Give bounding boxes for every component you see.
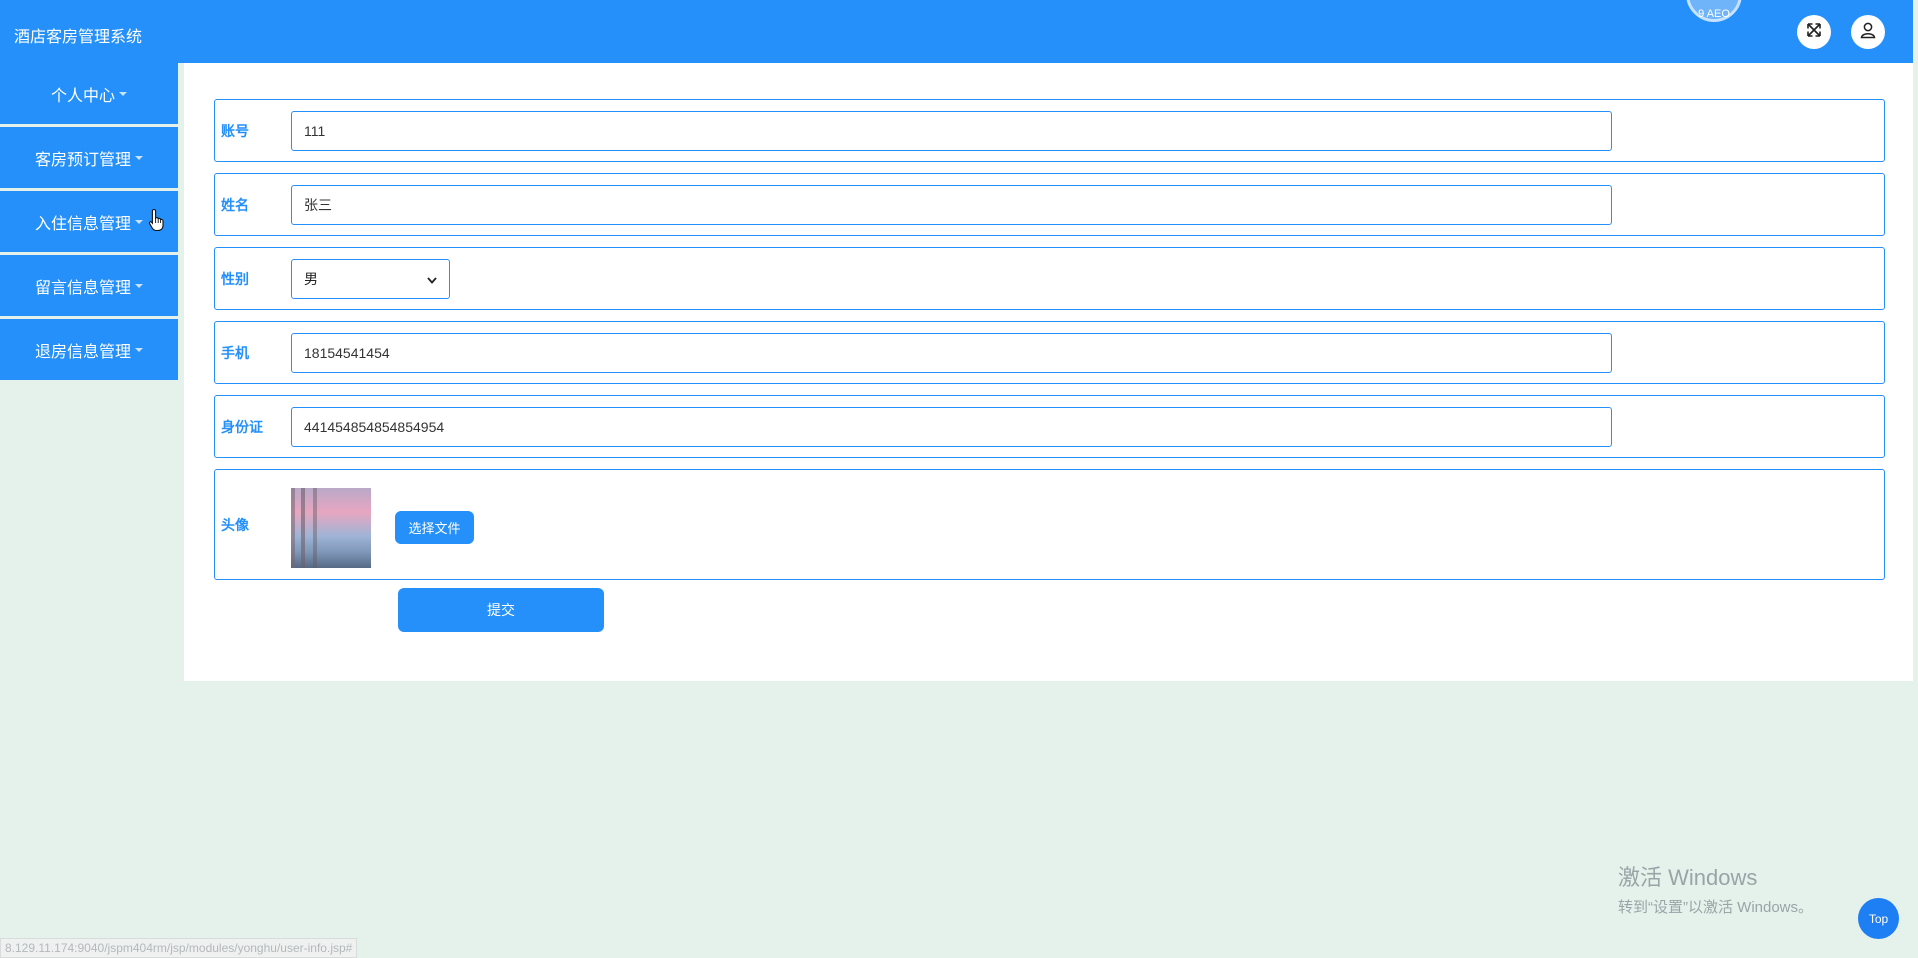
floating-badge[interactable]: 9 AEO — [1686, 0, 1742, 22]
form-row-name: 姓名 — [214, 173, 1885, 236]
form-row-gender: 性别 男 — [214, 247, 1885, 310]
gender-label: 性别 — [221, 270, 249, 287]
sidebar-item-room-booking[interactable]: 客房预订管理 — [0, 127, 178, 188]
sidebar-item-label: 留言信息管理 — [34, 279, 131, 297]
caret-down-icon — [135, 283, 143, 288]
caret-down-icon — [135, 347, 143, 352]
caret-down-icon — [135, 219, 143, 224]
gender-select[interactable]: 男 — [291, 259, 450, 299]
sidebar-item-checkout-info[interactable]: 退房信息管理 — [0, 319, 178, 380]
avatar-image — [291, 488, 371, 568]
gender-selected-value: 男 — [304, 271, 318, 287]
form-row-id-card: 身份证 — [214, 395, 1885, 458]
user-icon — [1859, 21, 1877, 44]
chevron-down-icon — [427, 271, 437, 287]
windows-activation-watermark: 激活 Windows 转到“设置”以激活 Windows。 — [1618, 860, 1813, 917]
sidebar-item-label: 入住信息管理 — [34, 215, 131, 233]
watermark-title: 激活 Windows — [1618, 865, 1758, 890]
top-header-bar: 酒店客房管理系统 9 AEO — [0, 0, 1913, 63]
form-row-account: 账号 — [214, 99, 1885, 162]
phone-label: 手机 — [221, 344, 249, 361]
user-profile-button[interactable] — [1851, 15, 1885, 49]
account-label: 账号 — [221, 122, 249, 139]
sidebar-item-message-info[interactable]: 留言信息管理 — [0, 255, 178, 316]
status-bar-url: 8.129.11.174:9040/jspm404rm/jsp/modules/… — [0, 938, 358, 958]
app-title: 酒店客房管理系统 — [14, 29, 143, 46]
watermark-subtitle: 转到“设置”以激活 Windows。 — [1618, 899, 1814, 916]
form-row-phone: 手机 — [214, 321, 1885, 384]
name-label: 姓名 — [221, 196, 249, 213]
id-card-input[interactable] — [291, 407, 1612, 447]
id-card-label: 身份证 — [221, 418, 263, 435]
caret-down-icon — [119, 91, 127, 96]
sidebar-item-label: 个人中心 — [50, 87, 115, 105]
expand-arrows-icon — [1806, 22, 1822, 43]
form-row-avatar: 头像 选择文件 — [214, 469, 1885, 580]
sidebar-item-personal-center[interactable]: 个人中心 — [0, 63, 178, 124]
name-input[interactable] — [291, 185, 1612, 225]
account-input[interactable] — [291, 111, 1612, 151]
caret-down-icon — [135, 155, 143, 160]
sidebar-item-label: 退房信息管理 — [34, 343, 131, 361]
avatar-label: 头像 — [221, 516, 249, 533]
hand-cursor-icon — [148, 208, 166, 237]
fullscreen-button[interactable] — [1797, 15, 1831, 49]
main-content: 账号 姓名 性别 男 手机 身份证 头像 选择文件 提交 — [184, 63, 1913, 681]
phone-input[interactable] — [291, 333, 1612, 373]
submit-button[interactable]: 提交 — [398, 588, 604, 632]
back-to-top-button[interactable]: Top — [1858, 898, 1899, 939]
choose-file-button[interactable]: 选择文件 — [395, 511, 474, 544]
sidebar-item-label: 客房预订管理 — [34, 151, 131, 169]
